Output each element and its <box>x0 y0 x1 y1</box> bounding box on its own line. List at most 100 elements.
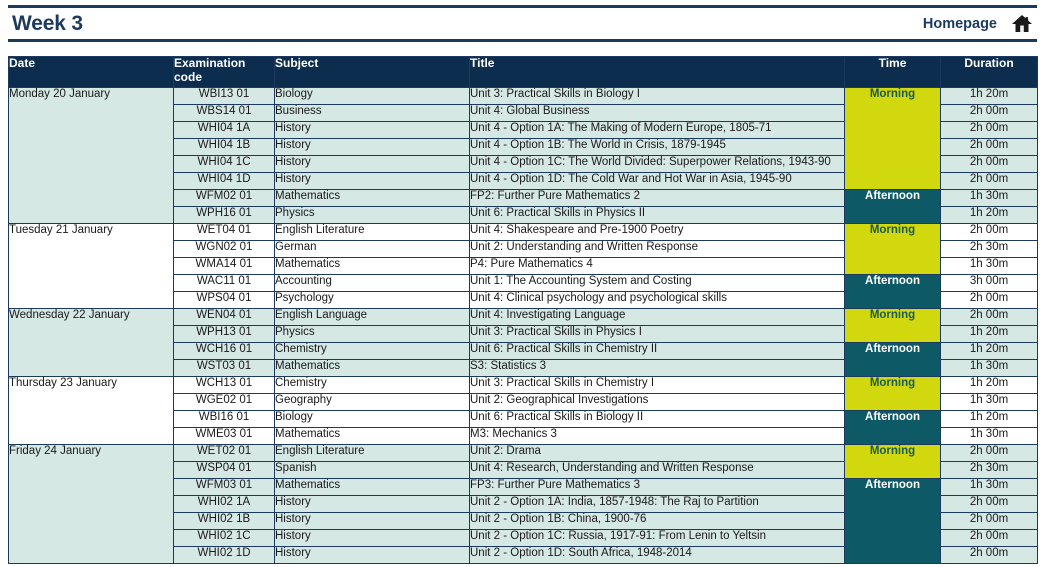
subject-cell: English Literature <box>274 444 470 462</box>
subject-cell: Physics <box>274 325 470 343</box>
duration-cell: 2h 00m <box>940 104 1038 122</box>
col-header-title: Title <box>469 56 845 88</box>
duration-cell: 1h 20m <box>940 410 1038 428</box>
duration-cell: 1h 30m <box>940 189 1038 207</box>
col-header-date: Date <box>8 56 174 88</box>
examination-code-cell: WBS14 01 <box>173 104 275 122</box>
examination-code-cell: WHI04 1C <box>173 155 275 173</box>
examination-code-cell: WPS04 01 <box>173 291 275 309</box>
page-header-bar: Week 3 Homepage <box>8 5 1037 42</box>
subject-cell: English Literature <box>274 223 470 241</box>
exam-title-cell: S3: Statistics 3 <box>469 359 845 377</box>
examination-code-cell: WET04 01 <box>173 223 275 241</box>
session-time-morning: Morning <box>844 223 941 275</box>
duration-cell: 2h 00m <box>940 444 1038 462</box>
exam-title-cell: Unit 4 - Option 1D: The Cold War and Hot… <box>469 172 845 190</box>
subject-cell: English Language <box>274 308 470 326</box>
exam-title-cell: Unit 2: Understanding and Written Respon… <box>469 240 845 258</box>
duration-cell: 3h 00m <box>940 274 1038 292</box>
duration-cell: 1h 30m <box>940 427 1038 445</box>
examination-code-cell: WHI04 1B <box>173 138 275 156</box>
session-time-afternoon: Afternoon <box>844 410 941 445</box>
subject-cell: History <box>274 495 470 513</box>
examination-code-cell: WHI04 1D <box>173 172 275 190</box>
duration-cell: 2h 30m <box>940 240 1038 258</box>
exam-title-cell: Unit 4 - Option 1C: The World Divided: S… <box>469 155 845 173</box>
examination-code-cell: WMA14 01 <box>173 257 275 275</box>
col-header-subject: Subject <box>274 56 470 88</box>
col-header-duration: Duration <box>940 56 1038 88</box>
exam-date-cell: Friday 24 January <box>8 444 174 564</box>
exam-title-cell: Unit 3: Practical Skills in Biology I <box>469 87 845 105</box>
exam-title-cell: Unit 4 - Option 1A: The Making of Modern… <box>469 121 845 139</box>
examination-code-cell: WCH16 01 <box>173 342 275 360</box>
exam-title-cell: FP3: Further Pure Mathematics 3 <box>469 478 845 496</box>
duration-cell: 1h 20m <box>940 325 1038 343</box>
subject-cell: Physics <box>274 206 470 224</box>
exam-title-cell: Unit 2 - Option 1A: India, 1857-1948: Th… <box>469 495 845 513</box>
session-time-morning: Morning <box>844 87 941 190</box>
exam-title-cell: Unit 4: Global Business <box>469 104 845 122</box>
duration-cell: 2h 00m <box>940 172 1038 190</box>
table-row: Monday 20 January WBI13 01 Biology Unit 3: … <box>8 87 1038 224</box>
table-row: Tuesday 21 January WET04 01 English Litera… <box>8 223 1038 309</box>
examination-code-cell: WPH13 01 <box>173 325 275 343</box>
exam-title-cell: Unit 4 - Option 1B: The World in Crisis,… <box>469 138 845 156</box>
duration-cell: 2h 00m <box>940 495 1038 513</box>
subject-cell: History <box>274 121 470 139</box>
duration-cell: 1h 30m <box>940 257 1038 275</box>
table-row: Friday 24 January WET02 01 English Literat… <box>8 444 1038 564</box>
subject-cell: Chemistry <box>274 342 470 360</box>
exam-title-cell: Unit 3: Practical Skills in Physics I <box>469 325 845 343</box>
homepage-nav[interactable]: Homepage <box>923 14 1037 33</box>
session-time-morning: Morning <box>844 308 941 343</box>
duration-cell: 1h 30m <box>940 478 1038 496</box>
examination-code-cell: WST03 01 <box>173 359 275 377</box>
duration-cell: 1h 20m <box>940 342 1038 360</box>
exam-title-cell: Unit 6: Practical Skills in Chemistry II <box>469 342 845 360</box>
examination-code-cell: WHI02 1D <box>173 546 275 564</box>
subject-cell: History <box>274 546 470 564</box>
subject-cell: Biology <box>274 87 470 105</box>
subject-cell: Accounting <box>274 274 470 292</box>
subject-cell: History <box>274 138 470 156</box>
examination-code-cell: WHI02 1C <box>173 529 275 547</box>
exam-title-cell: FP2: Further Pure Mathematics 2 <box>469 189 845 207</box>
subject-cell: Mathematics <box>274 359 470 377</box>
exam-title-cell: Unit 2 - Option 1D: South Africa, 1948-2… <box>469 546 845 564</box>
examination-code-cell: WME03 01 <box>173 427 275 445</box>
session-time-morning: Morning <box>844 376 941 411</box>
examination-code-cell: WFM02 01 <box>173 189 275 207</box>
duration-cell: 2h 00m <box>940 121 1038 139</box>
examination-code-cell: WCH13 01 <box>173 376 275 394</box>
exam-title-cell: Unit 2 - Option 1C: Russia, 1917-91: Fro… <box>469 529 845 547</box>
duration-cell: 2h 00m <box>940 223 1038 241</box>
duration-cell: 2h 00m <box>940 546 1038 564</box>
table-body: Monday 20 January WBI13 01 Biology Unit 3: … <box>8 87 1038 564</box>
session-time-afternoon: Afternoon <box>844 189 941 224</box>
examination-code-cell: WHI02 1A <box>173 495 275 513</box>
examination-code-cell: WBI16 01 <box>173 410 275 428</box>
examination-code-cell: WEN04 01 <box>173 308 275 326</box>
subject-cell: Biology <box>274 410 470 428</box>
session-time-afternoon: Afternoon <box>844 274 941 309</box>
exam-title-cell: M3: Mechanics 3 <box>469 427 845 445</box>
exam-date-cell: Thursday 23 January <box>8 376 174 445</box>
exam-title-cell: Unit 2: Geographical Investigations <box>469 393 845 411</box>
exam-title-cell: P4: Pure Mathematics 4 <box>469 257 845 275</box>
exam-title-cell: Unit 6: Practical Skills in Biology II <box>469 410 845 428</box>
duration-cell: 1h 30m <box>940 393 1038 411</box>
exam-title-cell: Unit 1: The Accounting System and Costin… <box>469 274 845 292</box>
examination-code-cell: WGE02 01 <box>173 393 275 411</box>
house-icon[interactable] <box>1011 14 1033 33</box>
timetable-container: Date Examination code Subject Title Time… <box>8 56 1038 564</box>
exam-title-cell: Unit 4: Research, Understanding and Writ… <box>469 461 845 479</box>
examination-code-cell: WGN02 01 <box>173 240 275 258</box>
homepage-link[interactable]: Homepage <box>923 16 997 32</box>
subject-cell: Mathematics <box>274 478 470 496</box>
duration-cell: 2h 00m <box>940 529 1038 547</box>
subject-cell: Mathematics <box>274 257 470 275</box>
duration-cell: 2h 00m <box>940 308 1038 326</box>
session-time-morning: Morning <box>844 444 941 479</box>
duration-cell: 1h 30m <box>940 359 1038 377</box>
